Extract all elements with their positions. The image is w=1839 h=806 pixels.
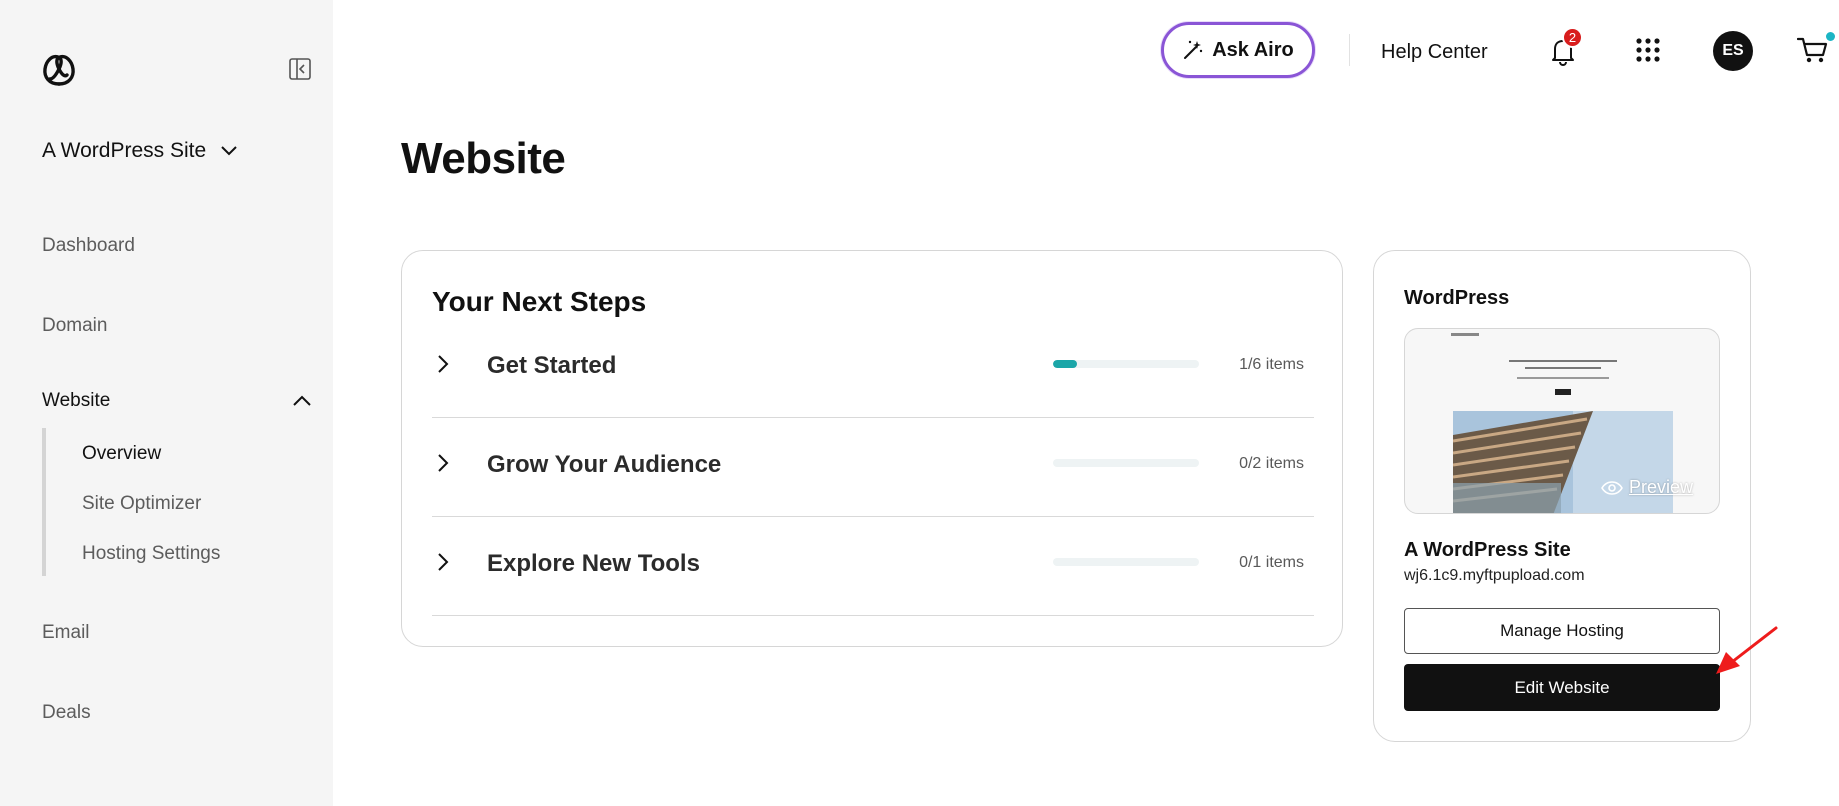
sidebar-item-domain[interactable]: Domain — [42, 315, 107, 337]
chevron-down-icon — [221, 146, 237, 156]
step-progress-fill — [1053, 360, 1078, 368]
step-count: 0/2 items — [1239, 455, 1304, 472]
step-explore-new-tools[interactable]: Explore New Tools 0/1 items — [432, 517, 1314, 616]
sidebar-item-overview[interactable]: Overview — [82, 443, 161, 465]
manage-hosting-button[interactable]: Manage Hosting — [1404, 608, 1720, 654]
preview-site-header — [1451, 333, 1479, 336]
sidebar-item-email[interactable]: Email — [42, 622, 90, 644]
next-steps-title: Your Next Steps — [432, 286, 647, 317]
site-name: A WordPress Site — [1404, 539, 1571, 561]
sidebar-item-dashboard[interactable]: Dashboard — [42, 235, 135, 257]
apps-grid-icon[interactable] — [1636, 38, 1660, 62]
preview-button-shape — [1555, 389, 1571, 395]
subnav-indicator — [42, 428, 46, 576]
wordpress-label: WordPress — [1404, 287, 1510, 309]
annotation-arrow-icon — [1716, 626, 1778, 674]
site-selector[interactable]: A WordPress Site — [42, 138, 238, 164]
preview-label: Preview — [1629, 477, 1694, 497]
collapse-sidebar-icon[interactable] — [288, 57, 312, 81]
page-title: Website — [401, 134, 566, 183]
avatar[interactable]: ES — [1713, 31, 1753, 71]
site-preview-thumbnail[interactable]: Preview — [1404, 328, 1720, 514]
step-grow-your-audience[interactable]: Grow Your Audience 0/2 items — [432, 418, 1314, 517]
preview-text-line — [1517, 377, 1609, 379]
sidebar-item-website-label: Website — [42, 390, 111, 411]
preview-heading-lines — [1405, 359, 1719, 376]
cart-status-dot — [1826, 32, 1835, 41]
ask-airo-label: Ask Airo — [1212, 38, 1294, 61]
wordpress-card: WordPress Preview A WordPress Site wj6.1… — [1373, 250, 1751, 742]
help-center-link[interactable]: Help Center — [1381, 41, 1488, 64]
step-label: Explore New Tools — [487, 550, 700, 577]
chevron-right-icon — [438, 553, 449, 571]
ask-airo-button[interactable]: Ask Airo — [1161, 22, 1315, 78]
topbar-divider — [1349, 34, 1350, 66]
next-steps-card: Your Next Steps Get Started 1/6 items Gr… — [401, 250, 1343, 647]
sidebar-item-hosting-settings[interactable]: Hosting Settings — [82, 543, 220, 565]
step-get-started[interactable]: Get Started 1/6 items — [432, 319, 1314, 418]
building-photo-image — [1453, 411, 1673, 513]
step-label: Get Started — [487, 352, 617, 379]
preview-link[interactable]: Preview — [1601, 477, 1693, 498]
chevron-right-icon — [438, 355, 449, 373]
step-count: 1/6 items — [1239, 356, 1304, 373]
step-progress-bar — [1053, 459, 1199, 467]
godaddy-logo-icon[interactable] — [40, 51, 78, 87]
chevron-up-icon — [293, 395, 311, 406]
sidebar: A WordPress Site Dashboard Domain Websit… — [0, 0, 333, 806]
preview-heading-graphic — [1509, 360, 1617, 369]
magic-wand-icon — [1184, 40, 1203, 59]
cart-icon[interactable] — [1797, 36, 1829, 64]
step-progress-bar — [1053, 558, 1199, 566]
sidebar-item-website[interactable]: Website — [42, 390, 312, 412]
site-selector-label: A WordPress Site — [42, 139, 207, 162]
notification-badge: 2 — [1562, 27, 1583, 48]
chevron-right-icon — [438, 454, 449, 472]
eye-icon — [1601, 480, 1623, 495]
step-count: 0/1 items — [1239, 554, 1304, 571]
step-label: Grow Your Audience — [487, 451, 722, 478]
site-url: wj6.1c9.myftpupload.com — [1404, 567, 1585, 584]
sidebar-item-site-optimizer[interactable]: Site Optimizer — [82, 493, 201, 515]
step-progress-bar — [1053, 360, 1199, 368]
sidebar-item-deals[interactable]: Deals — [42, 702, 91, 724]
edit-website-button[interactable]: Edit Website — [1404, 664, 1720, 711]
